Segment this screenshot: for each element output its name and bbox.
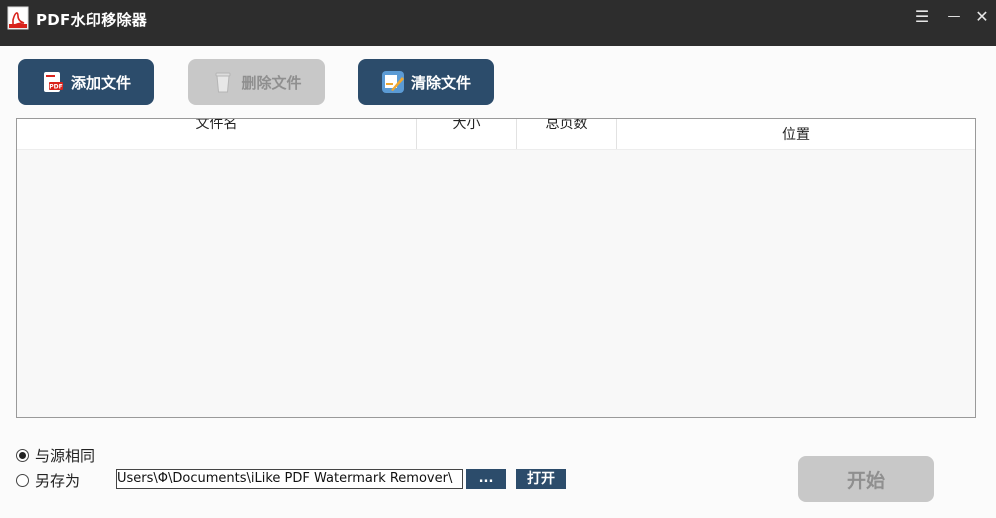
column-header-pages[interactable]: 总页数 [517, 119, 617, 149]
save-as-option[interactable]: 另存为 [16, 470, 80, 491]
browse-folder-button[interactable]: ... [466, 469, 506, 489]
add-file-label: 添加文件 [70, 73, 131, 92]
output-path-field[interactable]: Users\Φ\Documents\iLike PDF Watermark Re… [116, 469, 463, 489]
column-header-filename[interactable]: 文件名 [17, 119, 417, 149]
same-as-source-label: 与源相同 [35, 447, 96, 465]
delete-file-label: 删除文件 [241, 73, 302, 92]
window-title: PDF水印移除器 [36, 11, 148, 29]
start-label: 开始 [846, 469, 885, 492]
start-button[interactable]: 开始 [798, 456, 934, 502]
broom-clear-icon [381, 71, 404, 93]
same-as-source-radio[interactable] [16, 449, 29, 462]
column-header-size[interactable]: 大小 [417, 119, 517, 149]
save-as-label: 另存为 [35, 472, 81, 490]
close-button[interactable]: ✕ [971, 6, 993, 28]
open-folder-button[interactable]: 打开 [516, 469, 566, 489]
trash-icon [215, 72, 231, 93]
delete-file-button[interactable]: 删除文件 [188, 59, 325, 105]
file-list-table[interactable]: 文件名 大小 总页数 位置 [16, 118, 976, 418]
add-pdf-icon: PDF [43, 72, 63, 92]
column-header-location[interactable]: 位置 [617, 119, 975, 149]
save-as-radio[interactable] [16, 474, 29, 487]
minimize-button[interactable]: — [943, 6, 965, 28]
same-as-source-option[interactable]: 与源相同 [16, 445, 95, 466]
clear-files-button[interactable]: 清除文件 [358, 59, 494, 105]
svg-text:PDF: PDF [49, 84, 62, 91]
title-bar: PDF水印移除器 ☰ — ✕ [0, 0, 996, 46]
clear-files-label: 清除文件 [410, 73, 471, 92]
menu-icon[interactable]: ☰ [911, 6, 933, 28]
pdf-app-icon [7, 6, 29, 30]
table-header: 文件名 大小 总页数 位置 [17, 119, 975, 150]
add-file-button[interactable]: PDF 添加文件 [18, 59, 154, 105]
